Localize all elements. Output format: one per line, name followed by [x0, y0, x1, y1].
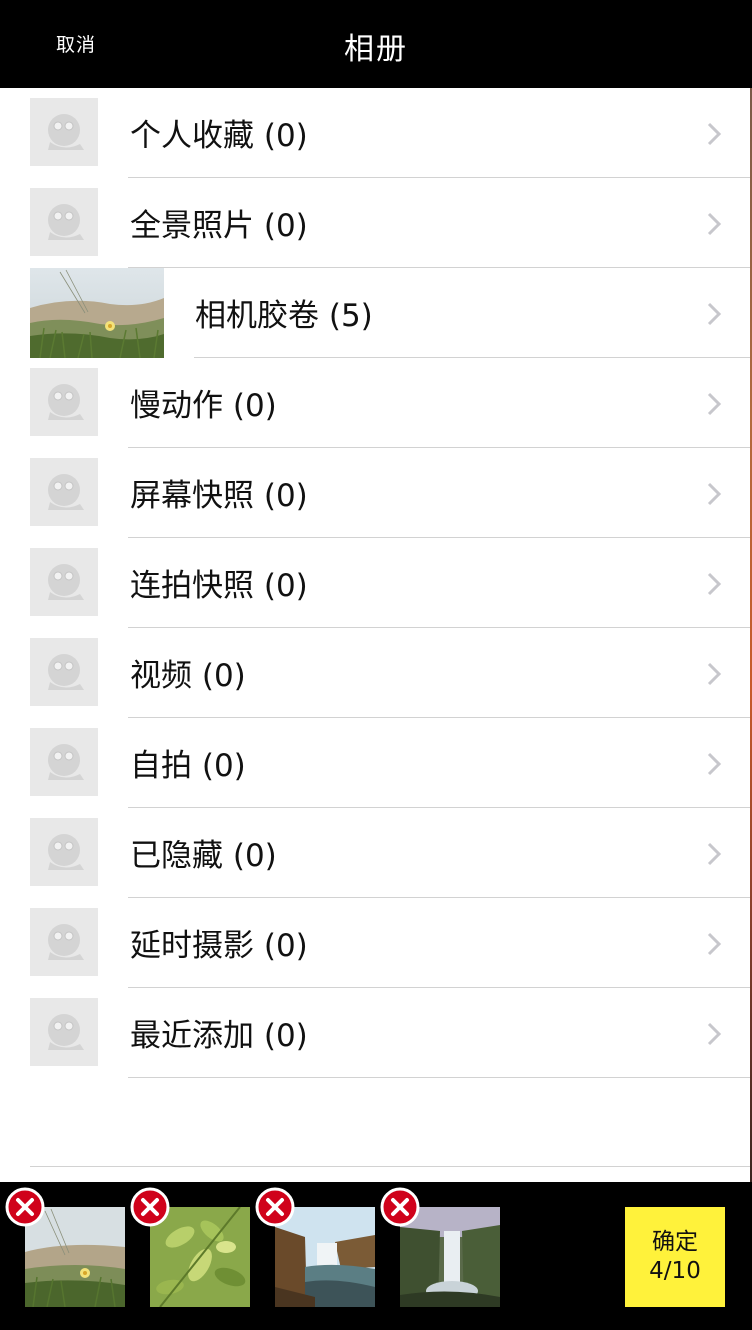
album-row-screenshots[interactable]: 屏幕快照 (0) [0, 448, 750, 538]
navigation-bar: 取消 相册 [0, 0, 752, 88]
placeholder-thumbnail-icon [30, 368, 98, 436]
chevron-right-icon [707, 1022, 722, 1046]
chevron-right-icon [707, 122, 722, 146]
selected-photo-4[interactable] [380, 1187, 500, 1307]
camera-roll-thumbnail [30, 268, 164, 358]
selected-photo-2[interactable] [130, 1187, 250, 1307]
chevron-right-icon [707, 842, 722, 866]
chevron-right-icon [707, 212, 722, 236]
chevron-right-icon [707, 302, 722, 326]
selection-bar: 确定 4/10 [0, 1182, 752, 1330]
album-label: 延时摄影 (0) [130, 928, 308, 964]
album-row-time-lapse[interactable]: 延时摄影 (0) [0, 898, 750, 988]
album-list[interactable]: 个人收藏 (0) 全景照片 (0) 相机胶卷 (5) 慢动作 (0) 屏幕快照 … [0, 88, 750, 1182]
placeholder-thumbnail-icon [30, 728, 98, 796]
list-footer-divider [30, 1166, 750, 1167]
selected-photo-1[interactable] [5, 1187, 125, 1307]
album-label: 相机胶卷 (5) [195, 298, 373, 334]
album-row-recently-added[interactable]: 最近添加 (0) [0, 988, 750, 1078]
chevron-right-icon [707, 662, 722, 686]
placeholder-thumbnail-icon [30, 98, 98, 166]
album-label: 视频 (0) [130, 658, 246, 694]
album-row-panoramas[interactable]: 全景照片 (0) [0, 178, 750, 268]
placeholder-thumbnail-icon [30, 818, 98, 886]
confirm-button[interactable]: 确定 4/10 [625, 1207, 725, 1307]
placeholder-thumbnail-icon [30, 908, 98, 976]
album-label: 自拍 (0) [130, 748, 246, 784]
selected-photo-3[interactable] [255, 1187, 375, 1307]
page-title: 相册 [344, 32, 408, 67]
album-label: 最近添加 (0) [130, 1018, 308, 1054]
album-row-camera-roll[interactable]: 相机胶卷 (5) [0, 268, 750, 358]
album-row-videos[interactable]: 视频 (0) [0, 628, 750, 718]
placeholder-thumbnail-icon [30, 548, 98, 616]
album-row-hidden[interactable]: 已隐藏 (0) [0, 808, 750, 898]
remove-icon[interactable] [130, 1187, 170, 1227]
remove-icon[interactable] [380, 1187, 420, 1227]
placeholder-thumbnail-icon [30, 638, 98, 706]
remove-icon[interactable] [5, 1187, 45, 1227]
album-label: 屏幕快照 (0) [130, 478, 308, 514]
album-row-favorites[interactable]: 个人收藏 (0) [0, 88, 750, 178]
album-row-selfies[interactable]: 自拍 (0) [0, 718, 750, 808]
chevron-right-icon [707, 752, 722, 776]
placeholder-thumbnail-icon [30, 458, 98, 526]
chevron-right-icon [707, 572, 722, 596]
placeholder-thumbnail-icon [30, 998, 98, 1066]
confirm-label: 确定 [652, 1229, 698, 1255]
chevron-right-icon [707, 932, 722, 956]
album-label: 连拍快照 (0) [130, 568, 308, 604]
album-label: 慢动作 (0) [130, 388, 277, 424]
album-label: 全景照片 (0) [130, 208, 308, 244]
album-row-bursts[interactable]: 连拍快照 (0) [0, 538, 750, 628]
remove-icon[interactable] [255, 1187, 295, 1227]
album-picker-screen: 取消 相册 个人收藏 (0) 全景照片 (0) 相机胶卷 (5) 慢动作 (0)… [0, 0, 752, 1330]
album-label: 已隐藏 (0) [130, 838, 277, 874]
chevron-right-icon [707, 482, 722, 506]
album-label: 个人收藏 (0) [130, 118, 308, 154]
row-separator [128, 1077, 750, 1078]
selection-count: 4/10 [649, 1258, 701, 1284]
album-row-slo-mo[interactable]: 慢动作 (0) [0, 358, 750, 448]
placeholder-thumbnail-icon [30, 188, 98, 256]
chevron-right-icon [707, 392, 722, 416]
